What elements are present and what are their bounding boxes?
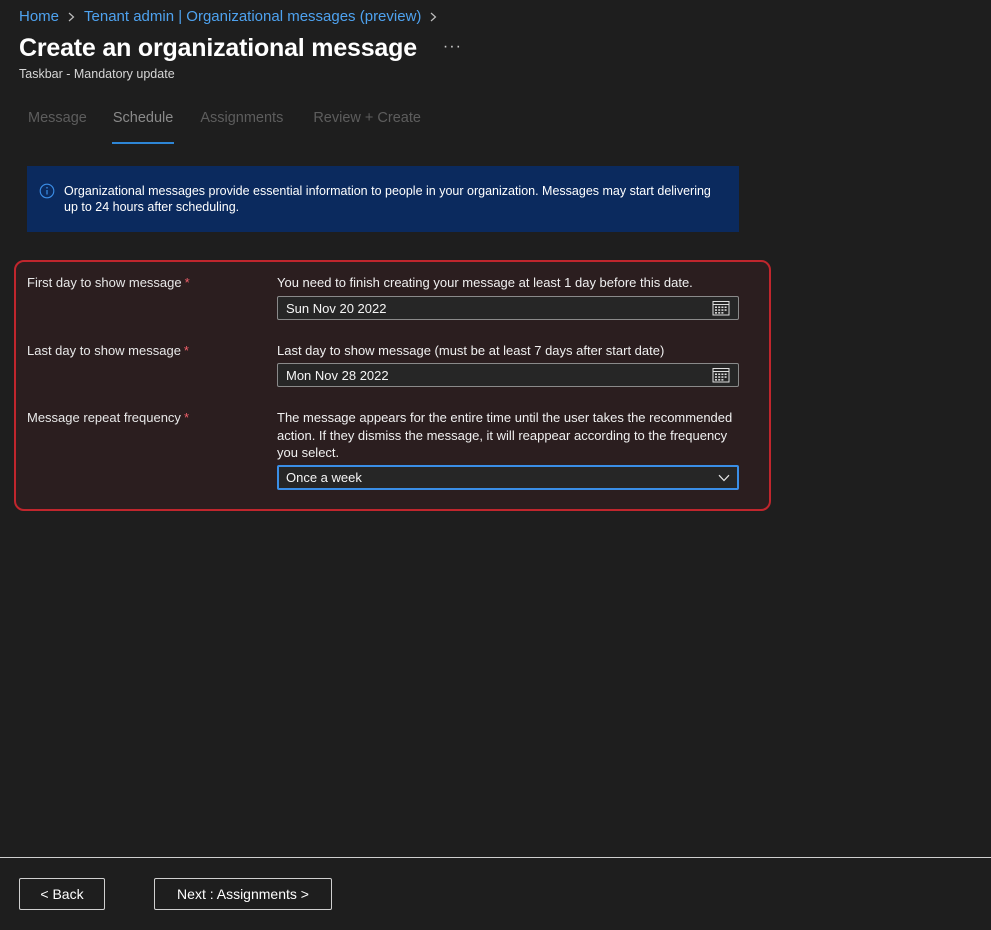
first-day-label-text: First day to show message	[27, 275, 182, 290]
more-options-button[interactable]: ···	[443, 38, 462, 56]
wizard-tabs: Message Schedule Assignments Review + Cr…	[28, 110, 421, 144]
calendar-icon[interactable]	[712, 367, 730, 383]
breadcrumb-home-link[interactable]: Home	[19, 8, 59, 25]
breadcrumb-tenant-admin-link[interactable]: Tenant admin | Organizational messages (…	[84, 8, 421, 25]
tab-review-create[interactable]: Review + Create	[313, 110, 421, 144]
chevron-right-icon	[67, 12, 76, 22]
page-subtitle: Taskbar - Mandatory update	[19, 67, 175, 81]
tab-schedule[interactable]: Schedule	[111, 110, 175, 144]
required-marker: *	[184, 275, 190, 290]
required-marker: *	[183, 343, 189, 358]
next-assignments-button[interactable]: Next : Assignments >	[154, 878, 332, 910]
page-title: Create an organizational message	[19, 34, 417, 62]
frequency-label-text: Message repeat frequency	[27, 410, 181, 425]
title-row: Create an organizational message ···	[19, 34, 462, 63]
footer-divider	[0, 857, 991, 858]
calendar-icon[interactable]	[712, 300, 730, 316]
first-day-help: You need to finish creating your message…	[277, 275, 693, 290]
info-banner-text: Organizational messages provide essentia…	[64, 184, 711, 214]
last-day-date-picker[interactable]: Mon Nov 28 2022	[277, 363, 739, 387]
chevron-down-icon	[718, 474, 730, 481]
back-button[interactable]: < Back	[19, 878, 105, 910]
required-marker: *	[183, 410, 189, 425]
breadcrumb: Home Tenant admin | Organizational messa…	[19, 8, 438, 25]
first-day-value: Sun Nov 20 2022	[286, 300, 387, 316]
tab-message[interactable]: Message	[28, 110, 87, 144]
frequency-label: Message repeat frequency *	[27, 410, 189, 425]
frequency-help: The message appears for the entire time …	[277, 410, 733, 460]
last-day-value: Mon Nov 28 2022	[286, 367, 389, 383]
frequency-value: Once a week	[286, 470, 362, 485]
last-day-label: Last day to show message *	[27, 343, 189, 358]
info-banner: Organizational messages provide essentia…	[27, 166, 739, 232]
tab-assignments[interactable]: Assignments	[200, 110, 283, 144]
info-icon	[39, 183, 55, 199]
last-day-label-text: Last day to show message	[27, 343, 181, 358]
chevron-right-icon	[429, 12, 438, 22]
first-day-label: First day to show message *	[27, 275, 190, 290]
frequency-dropdown[interactable]: Once a week	[277, 465, 739, 490]
last-day-help: Last day to show message (must be at lea…	[277, 343, 665, 358]
first-day-date-picker[interactable]: Sun Nov 20 2022	[277, 296, 739, 320]
